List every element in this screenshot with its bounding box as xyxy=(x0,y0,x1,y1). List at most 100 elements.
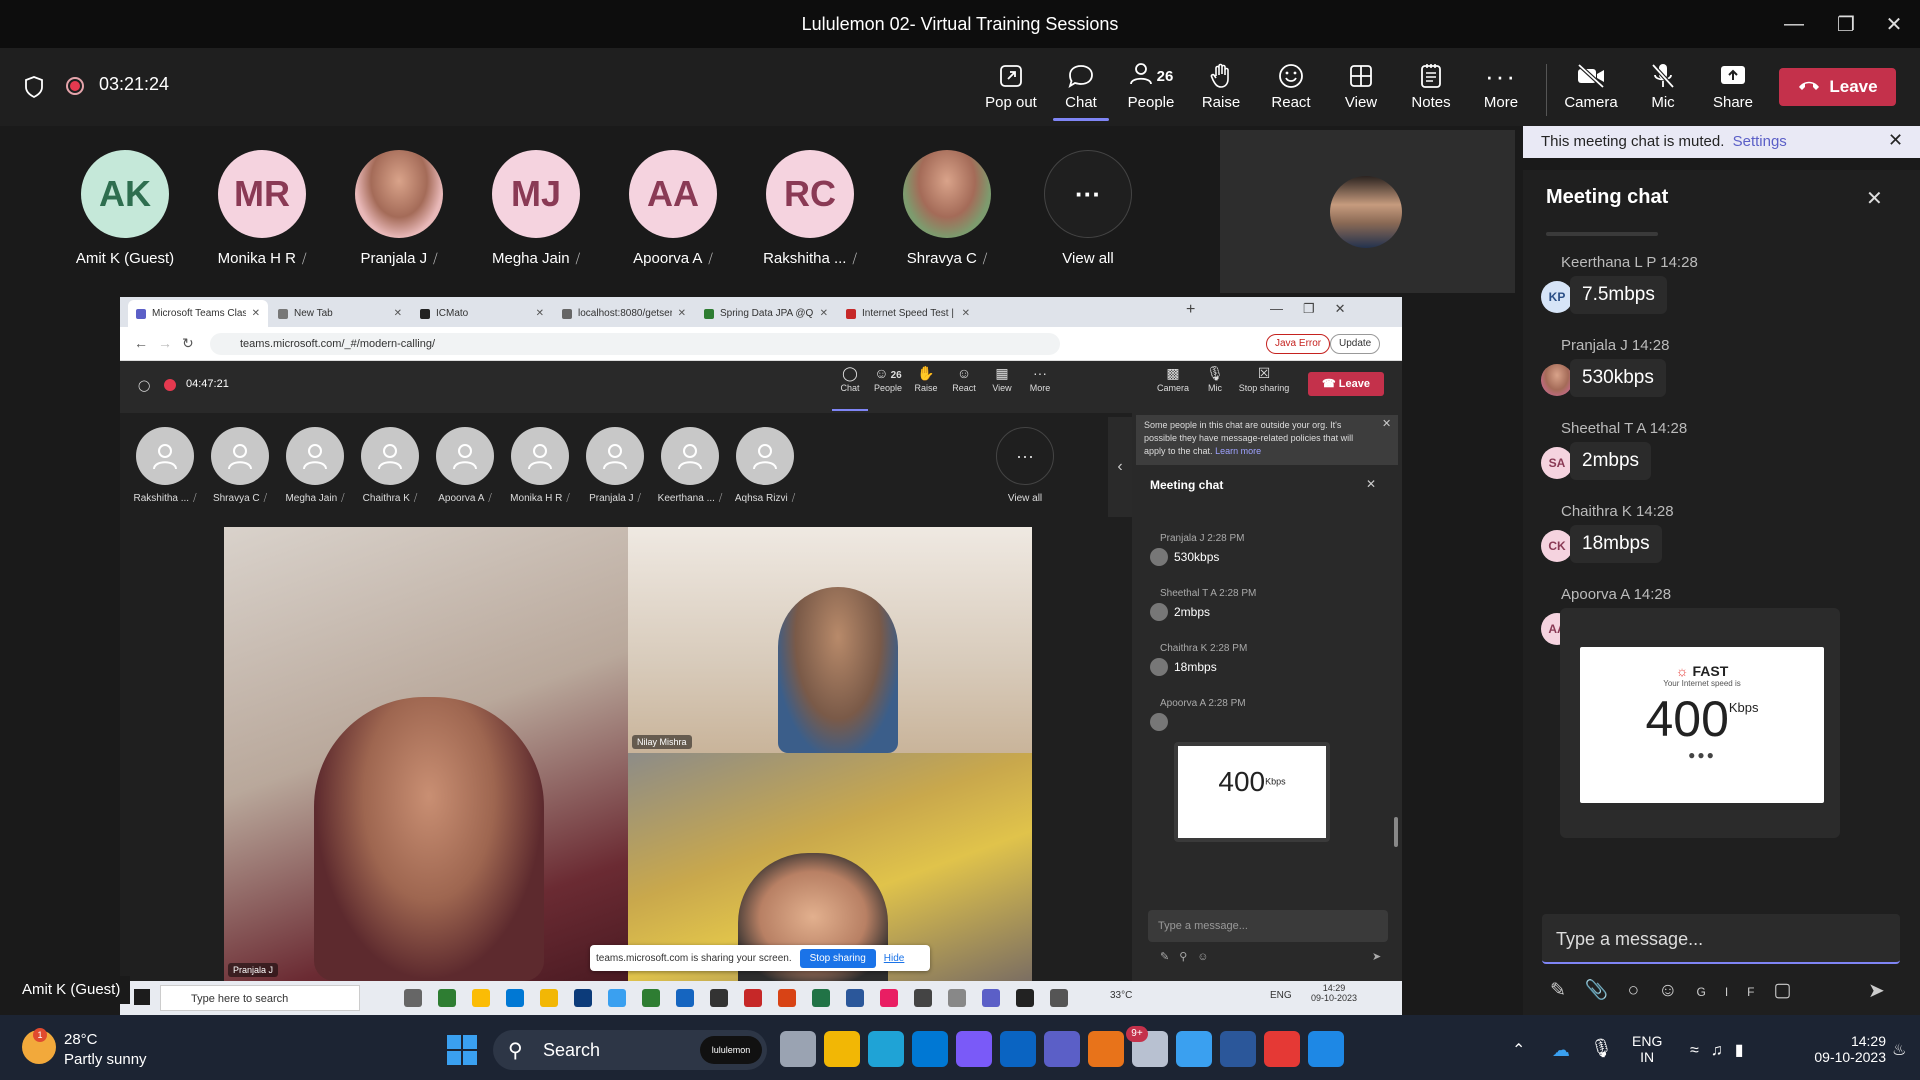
inner-taskbar-app-icon[interactable] xyxy=(506,989,524,1007)
tray-chevron-icon[interactable]: ⌃ xyxy=(1512,1040,1525,1060)
inner-taskbar-app-icon[interactable] xyxy=(982,989,1000,1007)
participant-tile[interactable]: AK Amit K (Guest) xyxy=(60,150,190,267)
inner-taskbar-app-icon[interactable] xyxy=(812,989,830,1007)
onedrive-icon[interactable]: ☁ xyxy=(1552,1040,1570,1061)
search-highlight-pill[interactable]: lululemon xyxy=(700,1036,762,1064)
tab-close-icon[interactable]: ✕ xyxy=(678,308,686,319)
inner-react-button[interactable]: ☺ React xyxy=(944,365,984,393)
stop-sharing-button[interactable]: Stop sharing xyxy=(799,948,876,968)
gif-icon[interactable]: GIF xyxy=(1696,985,1773,999)
view-all-button[interactable]: ··· View all xyxy=(1023,150,1153,267)
inner-start-icon[interactable] xyxy=(134,989,150,1005)
browser-tab[interactable]: Microsoft Teams Class ✕ xyxy=(128,300,268,327)
app-orange-icon[interactable] xyxy=(1088,1031,1124,1067)
inner-raise-button[interactable]: ✋ Raise xyxy=(906,365,946,393)
inner-taskbar-search[interactable]: Type here to search xyxy=(160,985,360,1011)
message-bubble[interactable]: 530kbps xyxy=(1570,359,1666,397)
language-indicator[interactable]: ENG IN xyxy=(1632,1033,1662,1065)
muted-banner-close-icon[interactable]: ✕ xyxy=(1888,130,1903,151)
tab-close-icon[interactable]: ✕ xyxy=(394,308,402,319)
attach-icon[interactable]: 📎 xyxy=(1585,980,1628,1001)
participant-tile[interactable]: AA Apoorva A ⧸ xyxy=(608,150,738,267)
inner-taskbar-app-icon[interactable] xyxy=(404,989,422,1007)
notification-bell-icon[interactable]: ♨ xyxy=(1892,1040,1906,1060)
send-icon[interactable]: ➤ xyxy=(1868,978,1885,1003)
inner-taskbar-app-icon[interactable] xyxy=(1050,989,1068,1007)
inner-participant-tile[interactable]: Keerthana ... ⧸ xyxy=(650,427,730,504)
forward-arrow-icon[interactable]: → xyxy=(158,335,172,351)
share-button[interactable]: Share xyxy=(1700,60,1766,120)
people-button[interactable]: 26 People xyxy=(1118,60,1184,120)
emoji-icon[interactable]: ☺ xyxy=(1658,980,1696,1001)
browser-tab[interactable]: localhost:8080/getservice✕ xyxy=(554,300,694,327)
notes-button[interactable]: Notes xyxy=(1398,60,1464,120)
participant-tile[interactable]: Shravya C ⧸ xyxy=(882,150,1012,267)
inner-taskbar-app-icon[interactable] xyxy=(472,989,490,1007)
inner-camera-button[interactable]: ▩ Camera xyxy=(1151,365,1195,393)
chrome-icon[interactable] xyxy=(1264,1031,1300,1067)
hide-link[interactable]: Hide xyxy=(884,953,905,964)
sticker-icon[interactable]: ▢ xyxy=(1773,980,1810,1001)
tab-close-icon[interactable]: ✕ xyxy=(536,308,544,319)
inner-view-all-button[interactable]: ··· View all xyxy=(985,427,1065,504)
inner-participant-tile[interactable]: Rakshitha ... ⧸ xyxy=(125,427,205,504)
message-input[interactable]: Type a message... xyxy=(1542,914,1900,964)
inner-people-button[interactable]: ☺ 26 People xyxy=(868,365,908,393)
inner-send-icon[interactable]: ➤ xyxy=(1372,950,1381,963)
inner-taskbar-app-icon[interactable] xyxy=(540,989,558,1007)
message-bubble[interactable]: 7.5mbps xyxy=(1570,276,1667,314)
notepad-icon[interactable] xyxy=(1176,1031,1212,1067)
fast-screenshot[interactable]: ☼ FAST Your Internet speed is 400Kbps ●●… xyxy=(1580,647,1824,803)
windows-start-icon[interactable] xyxy=(447,1035,477,1065)
inner-taskbar-app-icon[interactable] xyxy=(846,989,864,1007)
raise-hand-button[interactable]: Raise xyxy=(1188,60,1254,120)
participant-tile[interactable]: MR Monika H R ⧸ xyxy=(197,150,327,267)
inner-taskbar-app-icon[interactable] xyxy=(948,989,966,1007)
inner-chat-button[interactable]: ◯ Chat xyxy=(830,365,870,393)
inner-scrollbar[interactable] xyxy=(1394,817,1398,847)
inner-participant-tile[interactable]: Monika H R ⧸ xyxy=(500,427,580,504)
inner-participant-tile[interactable]: Pranjala J ⧸ xyxy=(575,427,655,504)
mic-muted-tray-icon[interactable]: 🎙 xyxy=(1590,1038,1613,1059)
message-avatar[interactable]: SA xyxy=(1541,447,1573,479)
browser-window-controls[interactable]: —❐✕ xyxy=(1270,301,1366,317)
inner-fast-screenshot[interactable]: 400Kbps xyxy=(1174,742,1330,842)
java-error-badge[interactable]: Java Error xyxy=(1266,334,1331,354)
compose-toolbar[interactable]: ✎📎○☺GIF▢ xyxy=(1550,978,1810,1002)
url-field[interactable]: teams.microsoft.com/_#/modern-calling/ xyxy=(210,333,1060,355)
snipping-icon[interactable] xyxy=(1308,1031,1344,1067)
system-clock[interactable]: 14:29 09-10-2023 xyxy=(1782,1033,1886,1065)
collapse-chevron-icon[interactable]: ‹ xyxy=(1108,417,1132,517)
browser-tab[interactable]: New Tab ✕ xyxy=(270,300,410,327)
chat-close-icon[interactable]: ✕ xyxy=(1866,186,1883,211)
inner-taskbar-app-icon[interactable] xyxy=(914,989,932,1007)
inner-taskbar-app-icon[interactable] xyxy=(1016,989,1034,1007)
word-icon[interactable] xyxy=(1220,1031,1256,1067)
browser-tab[interactable]: Spring Data JPA @Query |✕ xyxy=(696,300,836,327)
inner-participant-tile[interactable]: Apoorva A ⧸ xyxy=(425,427,505,504)
new-tab-icon[interactable]: + xyxy=(1186,301,1195,319)
loop-icon[interactable]: ○ xyxy=(1628,980,1658,1001)
browser-tab[interactable]: ICMato ✕ xyxy=(412,300,552,327)
settings-link[interactable]: Settings xyxy=(1733,133,1787,150)
inner-stop-sharing-button[interactable]: ☒ Stop sharing xyxy=(1236,365,1292,393)
edge-icon[interactable] xyxy=(868,1031,904,1067)
tab-close-icon[interactable]: ✕ xyxy=(962,308,970,319)
tray-status-icons[interactable]: ≈♫▮ xyxy=(1690,1040,1756,1060)
inner-chat-close-icon[interactable]: ✕ xyxy=(1366,477,1376,491)
inner-taskbar-app-icon[interactable] xyxy=(710,989,728,1007)
view-button[interactable]: View xyxy=(1328,60,1394,120)
browser-tab[interactable]: Internet Speed Test | Fast...✕ xyxy=(838,300,978,327)
microsoft-store-icon[interactable] xyxy=(912,1031,948,1067)
inner-participant-tile[interactable]: Megha Jain ⧸ xyxy=(275,427,355,504)
participant-tile[interactable]: Pranjala J ⧸ xyxy=(334,150,464,267)
react-button[interactable]: React xyxy=(1258,60,1324,120)
inner-more-button[interactable]: ··· More xyxy=(1020,365,1060,393)
inner-participant-tile[interactable]: Aqhsa Rizvi ⧸ xyxy=(725,427,805,504)
participant-tile[interactable]: RC Rakshitha ... ⧸ xyxy=(745,150,875,267)
popout-button[interactable]: Pop out xyxy=(978,60,1044,120)
leave-button[interactable]: Leave xyxy=(1779,68,1896,106)
back-arrow-icon[interactable]: ← xyxy=(134,335,148,351)
copilot-icon[interactable] xyxy=(956,1031,992,1067)
inner-taskbar-app-icon[interactable] xyxy=(642,989,660,1007)
